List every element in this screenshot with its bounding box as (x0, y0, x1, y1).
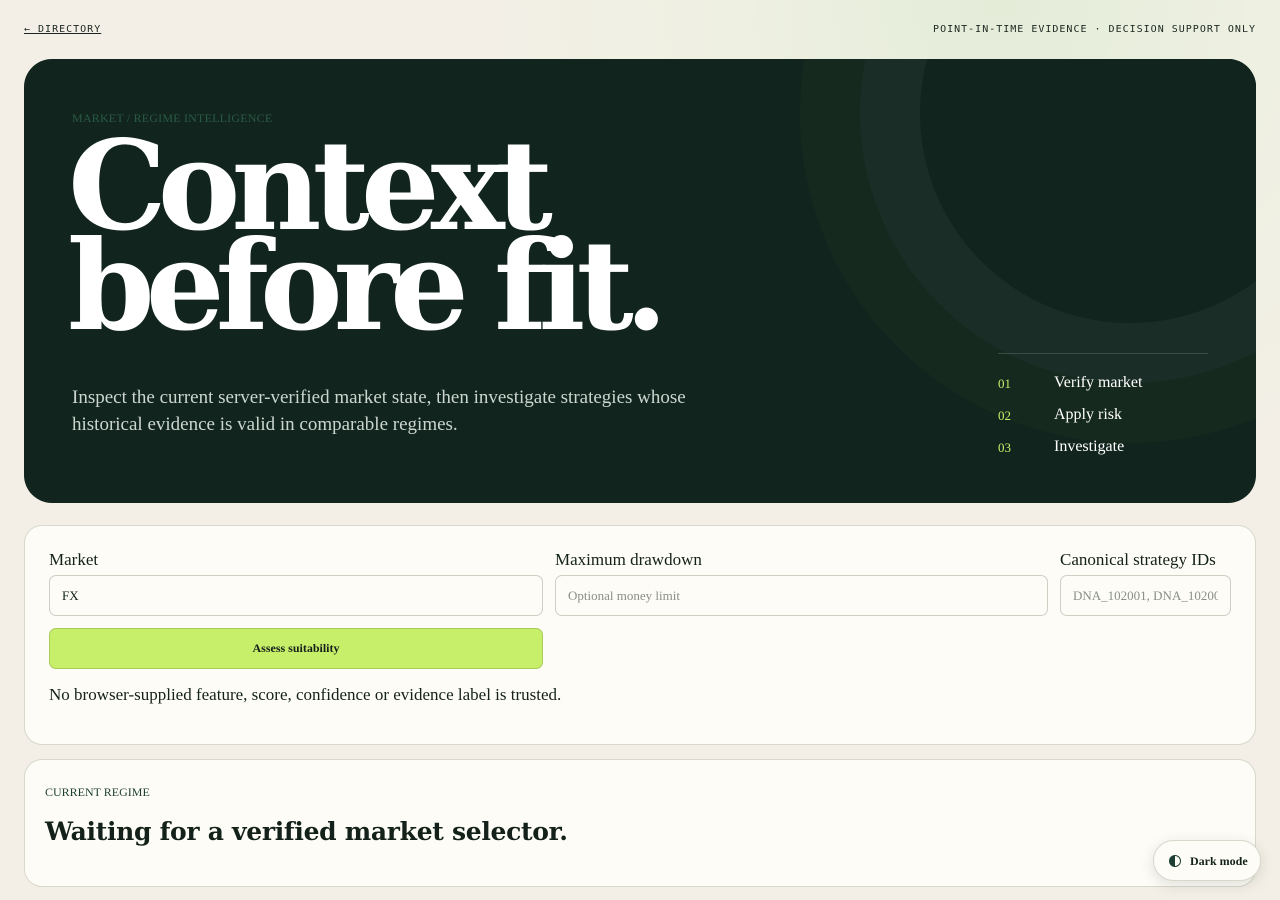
hero-headline: Context before fit. (68, 125, 668, 359)
drawdown-label: Maximum drawdown (555, 550, 702, 569)
market-input[interactable] (49, 575, 543, 616)
directory-back-link[interactable]: ← DIRECTORY (24, 24, 101, 35)
hero-description: Inspect the current server-verified mark… (72, 387, 686, 435)
strategy-ids-label: Canonical strategy IDs (1060, 550, 1216, 569)
dark-mode-label: Dark mode (1190, 854, 1248, 868)
step-item: 02 Apply risk (998, 406, 1208, 426)
step-item: 03 Investigate (998, 438, 1208, 458)
assess-suitability-button[interactable]: Assess suitability (49, 628, 543, 669)
step-number: 02 (998, 408, 1011, 423)
step-label: Investigate (1054, 438, 1125, 455)
step-item: 01 Verify market (998, 374, 1208, 394)
regime-status: Waiting for a verified market selector. (45, 817, 568, 846)
step-number: 01 (998, 376, 1011, 391)
half-circle-icon (1169, 855, 1181, 867)
dark-mode-toggle[interactable]: Dark mode (1153, 840, 1261, 881)
current-regime-panel: CURRENT REGIME Waiting for a verified ma… (24, 759, 1256, 887)
hero-panel: MARKET / REGIME INTELLIGENCE Context bef… (24, 59, 1256, 503)
suitability-form: Market Maximum drawdown Canonical strate… (24, 525, 1256, 745)
step-label: Apply risk (1054, 406, 1122, 423)
trust-note: No browser-supplied feature, score, conf… (49, 685, 562, 704)
headline-line-2: before fit. (68, 214, 668, 359)
evidence-disclaimer: POINT-IN-TIME EVIDENCE · DECISION SUPPOR… (933, 24, 1256, 35)
market-label: Market (49, 550, 99, 569)
step-label: Verify market (1054, 374, 1143, 391)
strategy-ids-input[interactable] (1060, 575, 1231, 616)
step-list: 01 Verify market 02 Apply risk 03 Invest… (998, 353, 1208, 455)
step-number: 03 (998, 440, 1011, 455)
regime-eyebrow: CURRENT REGIME (45, 785, 150, 799)
drawdown-input[interactable] (555, 575, 1048, 616)
top-bar: ← DIRECTORY POINT-IN-TIME EVIDENCE · DEC… (24, 22, 1256, 40)
